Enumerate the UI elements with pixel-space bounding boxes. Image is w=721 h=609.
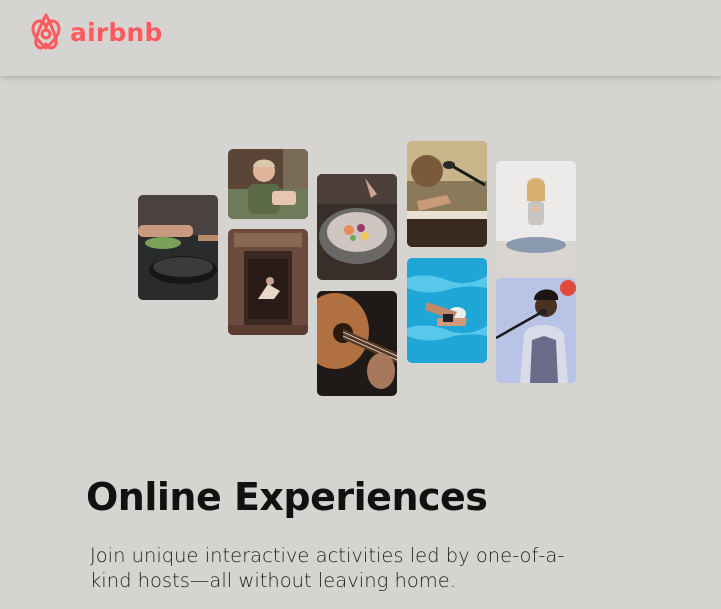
photo-singer-microphone: [496, 278, 576, 383]
top-header: airbnb: [0, 0, 721, 76]
photo-dancer-doorway: [228, 229, 308, 335]
airbnb-logo-link[interactable]: airbnb: [28, 12, 163, 52]
airbnb-belo-icon: [31, 13, 61, 50]
photo-yoga-woman: [496, 161, 576, 267]
photo-swimmer-pool: [407, 258, 487, 363]
photo-cooking-pan: [138, 195, 218, 300]
page-subtitle: Join unique interactive activities led b…: [90, 544, 565, 592]
logo-wordmark: airbnb: [70, 17, 163, 47]
photo-chef-woman: [228, 149, 308, 219]
photo-singer-piano: [407, 141, 487, 247]
photo-guitar: [317, 291, 397, 396]
photo-food-bowl: [317, 174, 397, 280]
page-title: Online Experiences: [86, 475, 488, 519]
